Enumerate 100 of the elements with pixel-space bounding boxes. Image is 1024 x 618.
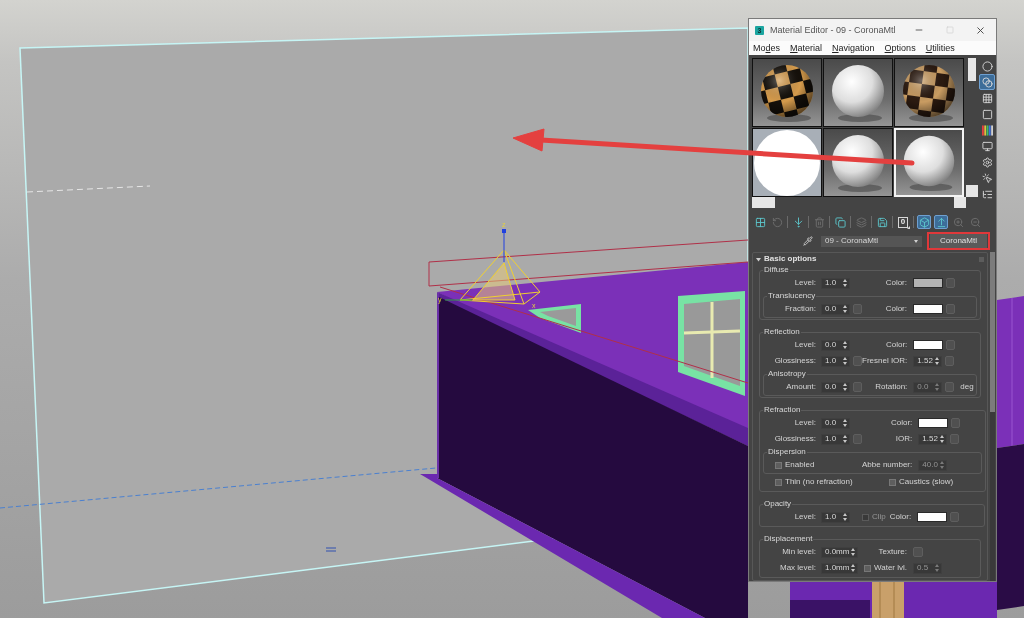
menu-item[interactable]: Modes xyxy=(753,43,781,53)
pointer-icon xyxy=(981,172,993,184)
checkbox-label: Water lvl. xyxy=(873,564,907,572)
checkbox[interactable] xyxy=(889,478,896,486)
field-label: Glossiness: xyxy=(774,357,816,365)
field-label: Color: xyxy=(890,419,913,427)
field-label: Texture: xyxy=(878,548,907,556)
save-icon xyxy=(876,216,888,228)
checker-grid-icon xyxy=(981,92,993,104)
map-button[interactable] xyxy=(946,278,955,288)
field-label: Fraction: xyxy=(784,305,816,313)
material-type-button[interactable]: CoronaMtl xyxy=(930,234,987,248)
toolbar-button[interactable] xyxy=(875,215,889,229)
toolbar-button[interactable] xyxy=(979,122,995,138)
menu-item[interactable]: Navigation xyxy=(832,43,875,53)
menu-item[interactable]: Material xyxy=(790,43,823,53)
material-name-dropdown[interactable]: 09 - CoronaMtl xyxy=(821,235,922,247)
field-label: Level: xyxy=(794,513,816,521)
field-label: Fresnel IOR: xyxy=(862,357,908,365)
group-title: Reflection xyxy=(763,327,801,337)
sample-slot[interactable] xyxy=(752,128,822,197)
sample-slot[interactable] xyxy=(823,58,893,127)
zoom-out-icon xyxy=(969,216,981,228)
checkbox-label: Enabled xyxy=(785,461,815,469)
menu-item[interactable]: Options xyxy=(884,43,916,53)
sample-slot[interactable] xyxy=(823,128,893,197)
material-grid-icon xyxy=(754,216,766,228)
map-button[interactable] xyxy=(853,434,862,444)
spinner-field[interactable]: 0.0 xyxy=(821,417,850,429)
spinner-arrows-icon xyxy=(843,341,847,349)
color-swatch[interactable] xyxy=(913,304,943,314)
toolbar-button[interactable]: 0 xyxy=(896,215,910,229)
field-label: Rotation: xyxy=(875,383,908,391)
map-button[interactable] xyxy=(913,547,923,557)
checkbox[interactable] xyxy=(775,461,782,469)
field-label: Color: xyxy=(885,279,907,287)
rollout-title[interactable]: Basic options xyxy=(764,255,817,263)
spinner-field[interactable]: 0.0 xyxy=(821,381,850,393)
sphere-render xyxy=(824,59,892,126)
field-label: Color: xyxy=(885,305,907,313)
map-button[interactable] xyxy=(945,356,955,366)
toolbar-button[interactable] xyxy=(833,215,847,229)
color-swatch[interactable] xyxy=(913,340,944,350)
map-button[interactable] xyxy=(853,382,862,392)
group-title: Opacity xyxy=(763,499,793,509)
map-button[interactable] xyxy=(951,418,961,428)
sphere-render xyxy=(896,130,962,195)
spinner-arrows-icon xyxy=(851,564,855,572)
group-title: Diffuse xyxy=(763,265,790,275)
spinner-field[interactable]: 1.0 xyxy=(821,433,850,445)
field-label: Level: xyxy=(794,279,816,287)
checkbox[interactable] xyxy=(775,478,782,486)
field-label: Level: xyxy=(794,419,816,427)
spinner-field[interactable]: 1.0 xyxy=(821,277,850,289)
group-title: Translucency xyxy=(767,291,817,301)
spinner-arrows-icon xyxy=(851,548,855,556)
map-button[interactable] xyxy=(946,340,956,350)
color-swatch[interactable] xyxy=(918,418,949,428)
map-button[interactable] xyxy=(853,356,862,366)
spinner-field[interactable]: 0.0 xyxy=(821,303,850,315)
eyedropper-icon[interactable] xyxy=(803,236,813,246)
cube-icon xyxy=(918,216,930,228)
sample-slot[interactable] xyxy=(894,58,964,127)
scroll-thumb[interactable] xyxy=(752,197,775,208)
color-swatch[interactable] xyxy=(917,512,948,522)
spinner-field[interactable]: 0.0mm xyxy=(821,546,858,558)
menu-item[interactable]: Utilities xyxy=(925,43,955,53)
toolbar-button[interactable] xyxy=(979,74,995,90)
spinner-field[interactable]: 1.0 xyxy=(821,511,850,523)
sample-slot[interactable] xyxy=(752,58,822,127)
map-button[interactable] xyxy=(853,304,862,314)
marker-icon xyxy=(325,547,337,552)
spinner-arrows-icon xyxy=(843,383,847,391)
spinner-field[interactable]: 1.0 xyxy=(821,355,850,367)
field-label: Abbe number: xyxy=(862,461,913,469)
checkbox-label: Caustics (slow) xyxy=(899,478,954,486)
color-swatch[interactable] xyxy=(913,278,943,288)
toolbar-button[interactable] xyxy=(979,170,995,186)
spinner-field[interactable]: 1.52 xyxy=(913,355,943,367)
toolbar-button[interactable] xyxy=(753,215,767,229)
arrow-to-dot-icon xyxy=(792,216,804,228)
scroll-thumb[interactable] xyxy=(990,252,995,412)
group-title: Dispersion xyxy=(767,447,807,457)
map-button[interactable] xyxy=(946,304,955,314)
spinner-field[interactable]: 1.52 xyxy=(918,433,948,445)
spinner-field[interactable]: 0.0 xyxy=(821,339,850,351)
map-button[interactable] xyxy=(950,434,960,444)
small-square-icon xyxy=(979,256,984,262)
rotate-arrow-icon xyxy=(771,216,783,228)
group-title: Refraction xyxy=(763,405,802,415)
monitor-icon xyxy=(981,140,993,152)
spinner-arrows-icon xyxy=(843,419,847,427)
collapse-triangle-icon[interactable] xyxy=(756,256,761,262)
spinner-arrows-icon xyxy=(843,513,847,521)
field-label: Color: xyxy=(886,341,908,349)
toolbar-button[interactable] xyxy=(979,58,995,74)
scroll-thumb[interactable] xyxy=(968,58,976,81)
map-button[interactable] xyxy=(950,512,960,522)
checkered-sphere-render xyxy=(753,59,821,126)
spinner-field[interactable]: 1.0mm xyxy=(821,562,858,574)
